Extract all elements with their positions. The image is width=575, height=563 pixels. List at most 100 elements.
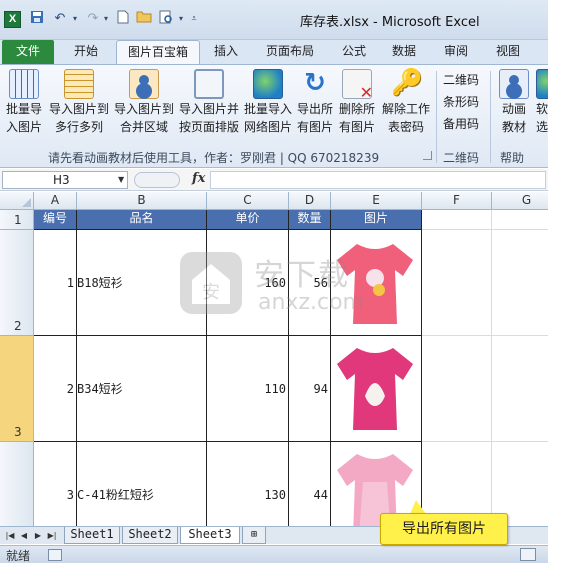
first-sheet-icon[interactable]: |◀ xyxy=(4,530,16,542)
column-header-f[interactable]: F xyxy=(422,192,492,210)
cell-f3[interactable] xyxy=(422,336,492,442)
name-cell[interactable]: C-41粉红短衫 xyxy=(77,442,207,526)
price-cell[interactable]: 110 xyxy=(207,336,289,442)
cell-g1[interactable] xyxy=(492,210,548,230)
tab-file[interactable]: 文件 xyxy=(2,40,54,64)
unlock-sheet-password-button[interactable]: 🔑 解除工作 表密码 xyxy=(378,69,434,135)
tab-review[interactable]: 审阅 xyxy=(436,40,476,64)
price-cell[interactable]: 130 xyxy=(207,442,289,526)
header-cell-name[interactable]: 品名 xyxy=(77,210,207,230)
row-header-4[interactable] xyxy=(0,442,34,526)
customize-qat-icon[interactable]: ⩡ xyxy=(188,10,200,28)
group-launcher-icon[interactable] xyxy=(423,151,432,160)
name-cell[interactable]: B18短衫 xyxy=(77,230,207,336)
delete-all-images-button[interactable]: 删除所 有图片 xyxy=(336,69,378,135)
column-header-e[interactable]: E xyxy=(331,192,422,210)
select-all-corner[interactable] xyxy=(0,192,34,210)
barcode-link[interactable]: 条形码 xyxy=(443,93,479,110)
page-layout-view-icon[interactable] xyxy=(520,548,536,561)
next-sheet-icon[interactable]: ▶ xyxy=(32,530,44,542)
name-box-dropdown-icon[interactable]: ▼ xyxy=(118,175,124,184)
column-header-d[interactable]: D xyxy=(289,192,331,210)
insert-function-icon[interactable]: fx xyxy=(192,171,205,186)
save-icon[interactable] xyxy=(28,10,46,28)
header-cell-qty[interactable]: 数量 xyxy=(289,210,331,230)
row-header-2[interactable]: 2 xyxy=(0,230,34,336)
window-title: 库存表.xlsx - Microsoft Excel xyxy=(300,15,480,30)
import-to-merged-button[interactable]: 导入图片到 合并区域 xyxy=(112,69,176,135)
cell-f2[interactable] xyxy=(422,230,492,336)
row-number: 1 xyxy=(14,213,22,227)
last-sheet-icon[interactable]: ▶| xyxy=(46,530,58,542)
print-dropdown-icon[interactable]: ▾ xyxy=(176,10,186,28)
image-cell[interactable] xyxy=(331,230,422,336)
column-header-a[interactable]: A xyxy=(34,192,77,210)
worksheet-grid[interactable]: A B C D E F G 1 编号 品名 单价 数量 图片 2 1 B18短衫… xyxy=(0,192,548,526)
grid-import-icon xyxy=(64,69,94,99)
insert-sheet-icon[interactable]: ⊞ xyxy=(242,527,266,544)
import-page-layout-button[interactable]: 导入图片并 按页面排版 xyxy=(177,69,241,135)
id-cell[interactable]: 1 xyxy=(34,230,77,336)
import-to-grid-button[interactable]: 导入图片到 多行多列 xyxy=(47,69,111,135)
callout-pointer xyxy=(410,500,426,514)
prev-sheet-icon[interactable]: ◀ xyxy=(18,530,30,542)
shirt-image[interactable] xyxy=(335,238,415,328)
status-bar: 就绪 xyxy=(0,545,548,563)
price-cell[interactable]: 160 xyxy=(207,230,289,336)
cell-g2[interactable] xyxy=(492,230,548,336)
id-cell[interactable]: 2 xyxy=(34,336,77,442)
cell-f1[interactable] xyxy=(422,210,492,230)
row-header-3[interactable]: 3 xyxy=(0,336,34,442)
cell-g3[interactable] xyxy=(492,336,548,442)
delete-all-images-label-1: 删除所 xyxy=(338,102,375,116)
id-cell[interactable]: 3 xyxy=(34,442,77,526)
tab-home[interactable]: 开始 xyxy=(64,40,108,64)
batch-import-button[interactable]: 批量导 入图片 xyxy=(3,69,45,135)
image-cell[interactable] xyxy=(331,336,422,442)
header-cell-price[interactable]: 单价 xyxy=(207,210,289,230)
shirt-image[interactable] xyxy=(335,342,415,434)
name-box[interactable]: H3 xyxy=(2,171,128,189)
macro-record-icon[interactable] xyxy=(48,549,62,561)
qr-code-link[interactable]: 二维码 xyxy=(443,71,479,88)
name-cell[interactable]: B34短衫 xyxy=(77,336,207,442)
sheet-tab-2[interactable]: Sheet2 xyxy=(122,527,178,544)
redo-dropdown-icon[interactable]: ▾ xyxy=(101,10,111,28)
ribbon-group-separator xyxy=(490,71,491,163)
import-web-images-button[interactable]: 批量导入 网络图片 xyxy=(242,69,294,135)
column-header-c[interactable]: C xyxy=(207,192,289,210)
column-header-b[interactable]: B xyxy=(77,192,207,210)
header-cell-image[interactable]: 图片 xyxy=(331,210,422,230)
row-header-1[interactable]: 1 xyxy=(0,210,34,230)
animation-tutorial-button[interactable]: 动画 教材 xyxy=(494,69,534,135)
qty-cell[interactable]: 56 xyxy=(289,230,331,336)
tab-page-layout[interactable]: 页面布局 xyxy=(258,40,322,64)
qty-cell[interactable]: 44 xyxy=(289,442,331,526)
export-all-images-button[interactable]: ↻ 导出所 有图片 xyxy=(295,69,335,135)
software-label-1: 软 xyxy=(536,102,548,116)
undo-dropdown-icon[interactable]: ▾ xyxy=(70,10,80,28)
undo-icon[interactable]: ↶ xyxy=(50,10,70,28)
qty-cell[interactable]: 94 xyxy=(289,336,331,442)
header-cell-id[interactable]: 编号 xyxy=(34,210,77,230)
open-folder-icon[interactable] xyxy=(135,10,153,28)
redo-icon[interactable]: ↷ xyxy=(84,10,102,28)
tab-formulas[interactable]: 公式 xyxy=(334,40,374,64)
sheet-tab-1[interactable]: Sheet1 xyxy=(64,527,120,544)
software-button-partial[interactable]: 软 选 xyxy=(536,69,548,135)
excel-app-icon[interactable]: X xyxy=(4,11,21,28)
backup-code-link[interactable]: 备用码 xyxy=(443,115,479,132)
column-header-g[interactable]: G xyxy=(492,192,548,210)
print-preview-icon[interactable] xyxy=(157,10,175,28)
tab-view[interactable]: 视图 xyxy=(488,40,528,64)
import-page-layout-label-2: 按页面排版 xyxy=(178,120,239,134)
tab-insert[interactable]: 插入 xyxy=(206,40,246,64)
tab-data[interactable]: 数据 xyxy=(384,40,424,64)
row-number: 3 xyxy=(14,425,22,439)
sheet-tab-3[interactable]: Sheet3 xyxy=(180,527,240,544)
unlock-key-icon: 🔑 xyxy=(391,68,424,98)
import-to-merged-label-1: 导入图片到 xyxy=(113,102,174,116)
tab-image-toolbox[interactable]: 图片百宝箱 xyxy=(116,40,200,64)
formula-input[interactable] xyxy=(210,171,546,189)
new-file-icon[interactable] xyxy=(115,10,131,28)
